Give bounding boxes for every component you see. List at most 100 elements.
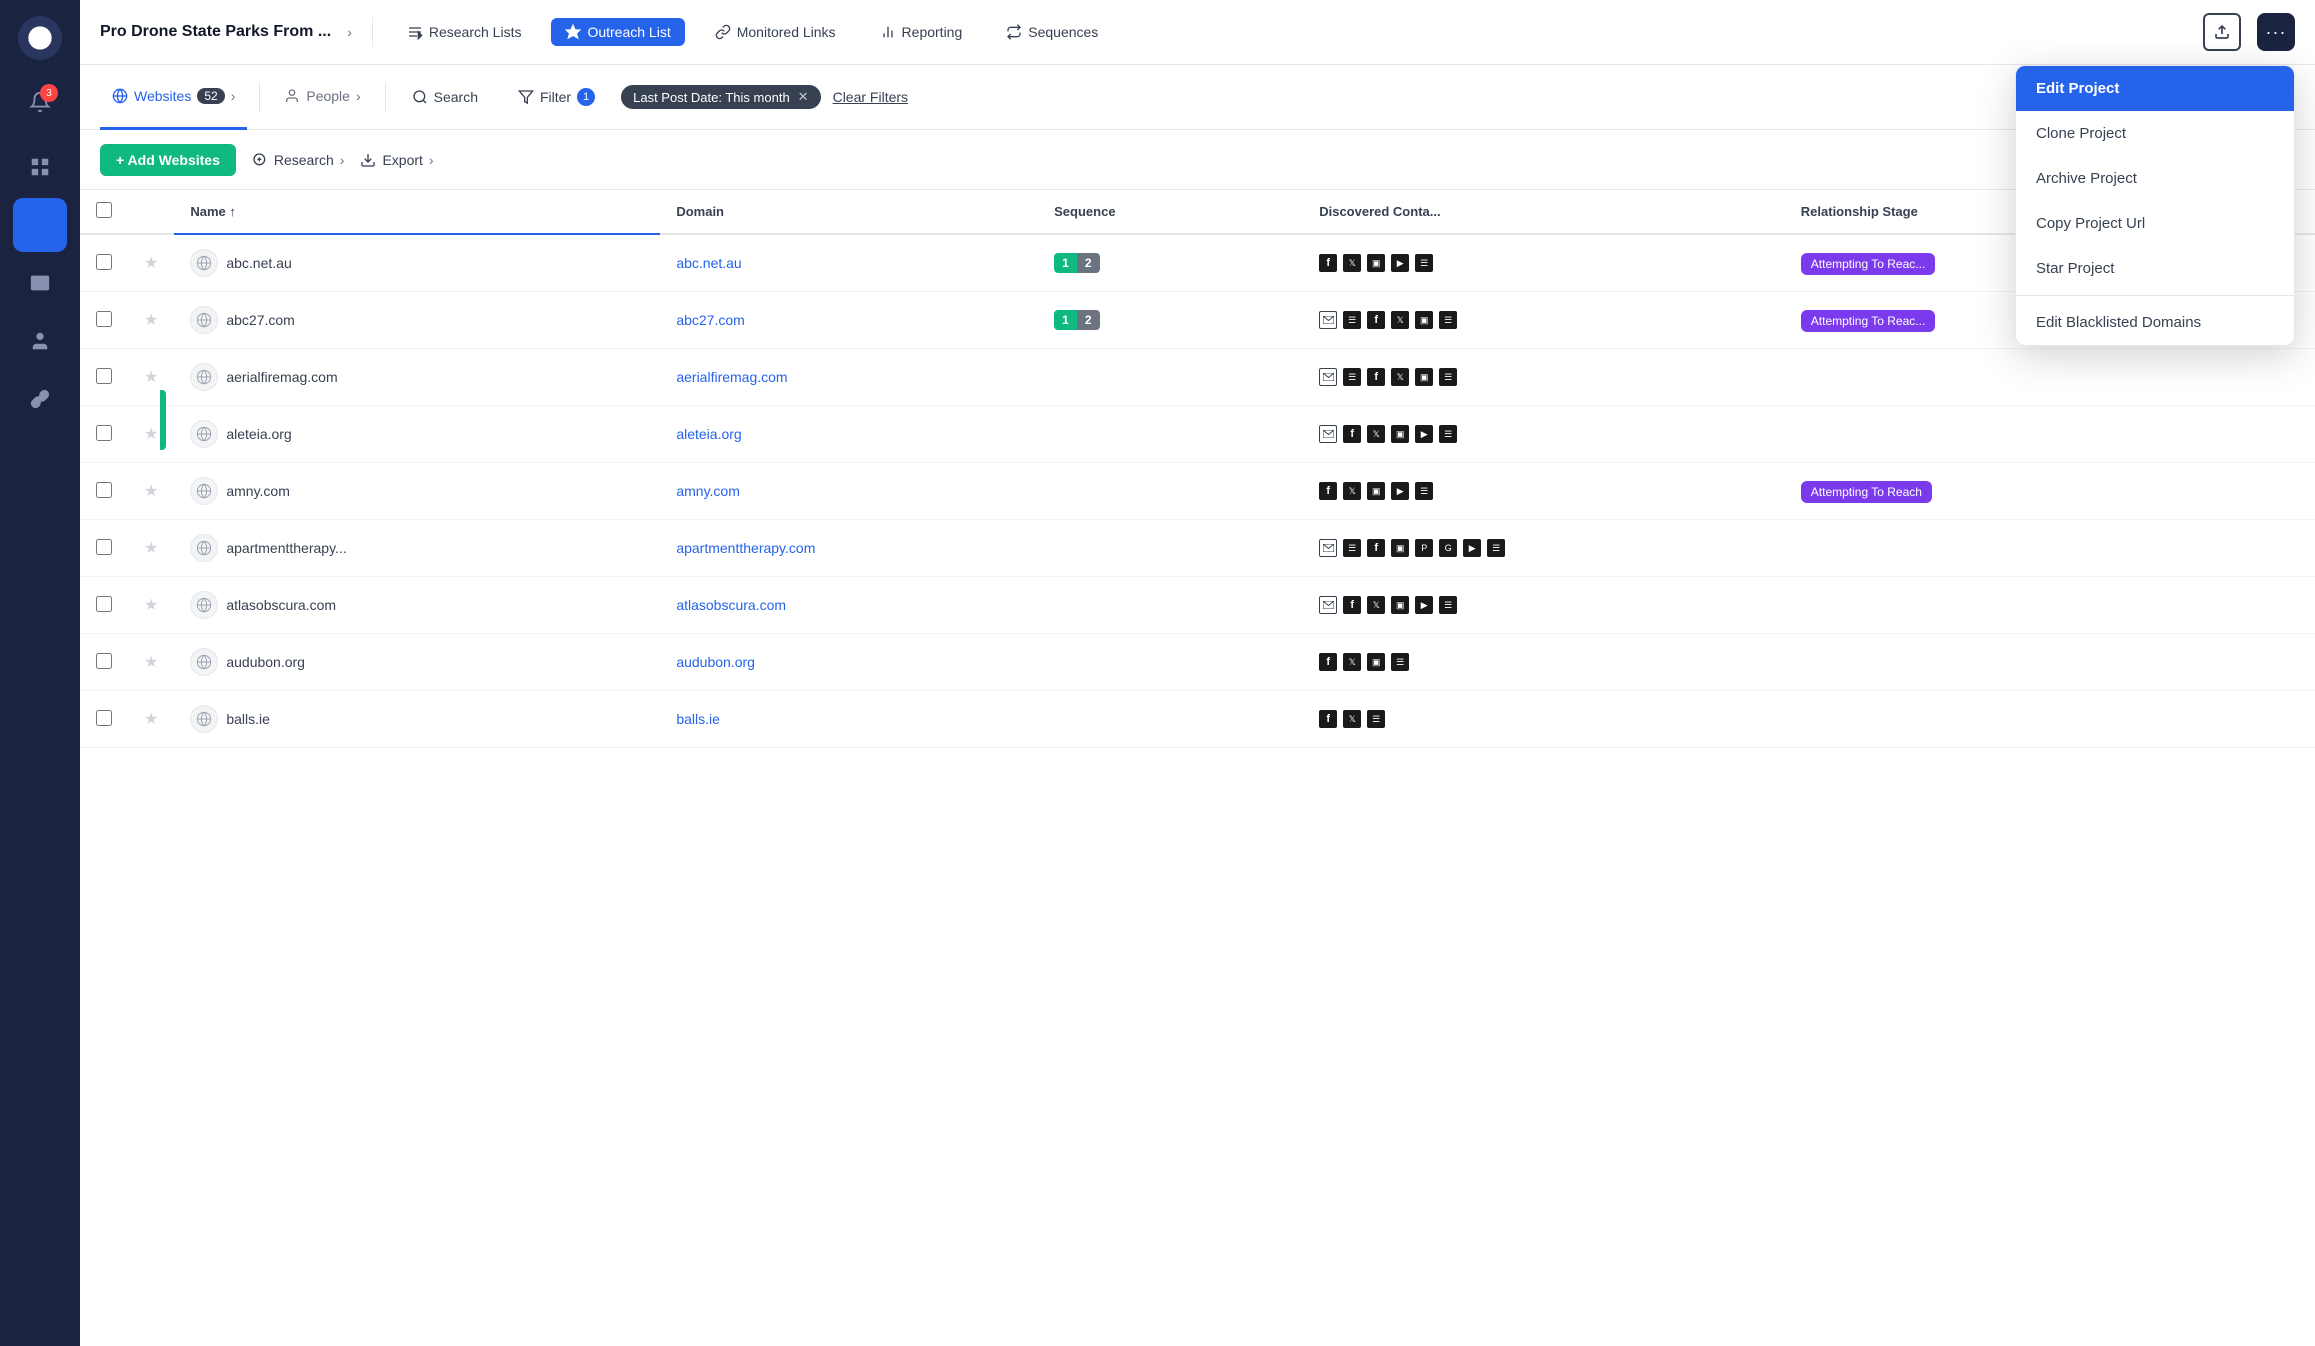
row-checkbox-6[interactable] [96, 596, 112, 612]
col-header-sequence[interactable]: Sequence [1038, 190, 1303, 234]
social-icons-6: f𝕏▣▶☰ [1319, 596, 1769, 614]
dropdown-archive-project[interactable]: Archive Project [2016, 156, 2294, 201]
table-row: ★ atlasobscura.com atlasobscura.com f𝕏▣▶… [80, 577, 2315, 634]
site-name-2: aerialfiremag.com [226, 369, 337, 385]
domain-link-2[interactable]: aerialfiremag.com [676, 369, 787, 385]
left-accent-bar [160, 390, 166, 450]
search-button[interactable]: Search [398, 81, 492, 113]
stage-badge-4[interactable]: Attempting To Reach [1801, 481, 1932, 503]
dropdown-menu: Edit Project Clone Project Archive Proje… [2015, 65, 2295, 346]
row-checkbox-1[interactable] [96, 311, 112, 327]
col-header-domain[interactable]: Domain [660, 190, 1038, 234]
site-icon-8 [190, 705, 218, 733]
social-icons-8: f𝕏☰ [1319, 710, 1769, 728]
nav-divider-1 [372, 17, 373, 47]
nav-sequences[interactable]: Sequences [992, 18, 1112, 46]
row-star-8[interactable]: ★ [144, 711, 158, 728]
sidebar-logo [18, 16, 62, 60]
row-star-4[interactable]: ★ [144, 483, 158, 500]
nav-monitored-links[interactable]: Monitored Links [701, 18, 850, 46]
tab-divider [259, 82, 260, 112]
nav-reporting[interactable]: Reporting [866, 18, 977, 46]
domain-link-0[interactable]: abc.net.au [676, 255, 741, 271]
seq-badge-0[interactable]: 12 [1054, 253, 1099, 273]
site-icon-6 [190, 591, 218, 619]
row-checkbox-4[interactable] [96, 482, 112, 498]
notification-badge: 3 [40, 84, 58, 102]
sidebar-item-people[interactable] [13, 314, 67, 368]
filter-button[interactable]: Filter 1 [504, 80, 609, 114]
col-header-star [128, 190, 174, 234]
dropdown-edit-blacklisted[interactable]: Edit Blacklisted Domains [2016, 300, 2294, 345]
table-row: ★ apartmenttherapy... apartmenttherapy.c… [80, 520, 2315, 577]
domain-link-6[interactable]: atlasobscura.com [676, 597, 786, 613]
dropdown-copy-url[interactable]: Copy Project Url [2016, 201, 2294, 246]
site-icon-3 [190, 420, 218, 448]
stage-badge-1[interactable]: Attempting To Reac... [1801, 310, 1936, 332]
domain-link-8[interactable]: balls.ie [676, 711, 720, 727]
export-button[interactable]: Export › [360, 152, 433, 168]
notification-bell[interactable]: 3 [18, 80, 62, 124]
dropdown-clone-project[interactable]: Clone Project [2016, 111, 2294, 156]
row-checkbox-7[interactable] [96, 653, 112, 669]
site-icon-2 [190, 363, 218, 391]
domain-link-4[interactable]: amny.com [676, 483, 740, 499]
sidebar-item-outreach[interactable] [13, 198, 67, 252]
select-all-checkbox[interactable] [96, 202, 112, 218]
domain-link-1[interactable]: abc27.com [676, 312, 744, 328]
stage-badge-0[interactable]: Attempting To Reac... [1801, 253, 1936, 275]
project-arrow[interactable]: › [347, 24, 352, 40]
remove-filter[interactable]: ✕ [798, 89, 809, 105]
row-checkbox-2[interactable] [96, 368, 112, 384]
row-star-2[interactable]: ★ [144, 369, 158, 386]
social-icons-7: f𝕏▣☰ [1319, 653, 1769, 671]
sidebar-item-inbox[interactable] [13, 256, 67, 310]
social-icons-5: ☰f▣PG▶☰ [1319, 539, 1769, 557]
col-header-contacts[interactable]: Discovered Conta... [1303, 190, 1785, 234]
sidebar: 3 [0, 0, 80, 1346]
filter-pill-last-post[interactable]: Last Post Date: This month ✕ [621, 85, 820, 109]
dropdown-star-project[interactable]: Star Project [2016, 246, 2294, 291]
add-websites-button[interactable]: + Add Websites [100, 144, 236, 176]
sidebar-item-dashboard[interactable] [13, 140, 67, 194]
row-star-7[interactable]: ★ [144, 654, 158, 671]
row-star-3[interactable]: ★ [144, 426, 158, 443]
row-star-0[interactable]: ★ [144, 255, 158, 272]
sidebar-item-links[interactable] [13, 372, 67, 426]
research-button[interactable]: Research › [252, 152, 345, 168]
domain-link-7[interactable]: audubon.org [676, 654, 755, 670]
row-checkbox-0[interactable] [96, 254, 112, 270]
tab-people[interactable]: People › [272, 65, 372, 130]
project-title: Pro Drone State Parks From ... [100, 23, 331, 41]
social-icons-3: f𝕏▣▶☰ [1319, 425, 1769, 443]
dropdown-edit-project[interactable]: Edit Project [2016, 66, 2294, 111]
row-checkbox-3[interactable] [96, 425, 112, 441]
top-nav: Pro Drone State Parks From ... › Researc… [80, 0, 2315, 65]
site-name-4: amny.com [226, 483, 290, 499]
seq-badge-1[interactable]: 12 [1054, 310, 1099, 330]
domain-link-3[interactable]: aleteia.org [676, 426, 741, 442]
tab-websites[interactable]: Websites 52 › [100, 65, 247, 130]
table-row: ★ balls.ie balls.ie f𝕏☰ [80, 691, 2315, 748]
site-name-1: abc27.com [226, 312, 294, 328]
filter-count: 1 [577, 88, 595, 106]
sidebar-nav [0, 140, 80, 484]
nav-outreach-list[interactable]: Outreach List [551, 18, 684, 46]
row-checkbox-8[interactable] [96, 710, 112, 726]
upload-button[interactable] [2203, 13, 2241, 51]
nav-research-lists[interactable]: Research Lists [393, 18, 536, 46]
site-icon-0 [190, 249, 218, 277]
site-icon-4 [190, 477, 218, 505]
domain-link-5[interactable]: apartmenttherapy.com [676, 540, 815, 556]
clear-filters-button[interactable]: Clear Filters [833, 89, 908, 105]
row-star-5[interactable]: ★ [144, 540, 158, 557]
social-icons-0: f𝕏▣▶☰ [1319, 254, 1769, 272]
sidebar-item-chart[interactable] [13, 430, 67, 484]
row-star-1[interactable]: ★ [144, 312, 158, 329]
row-checkbox-5[interactable] [96, 539, 112, 555]
site-name-3: aleteia.org [226, 426, 291, 442]
row-star-6[interactable]: ★ [144, 597, 158, 614]
col-header-name[interactable]: Name ↑ [174, 190, 660, 234]
action-bar: + Add Websites Research › Export › Confi… [80, 130, 2315, 190]
more-options-button[interactable]: ··· [2257, 13, 2295, 51]
